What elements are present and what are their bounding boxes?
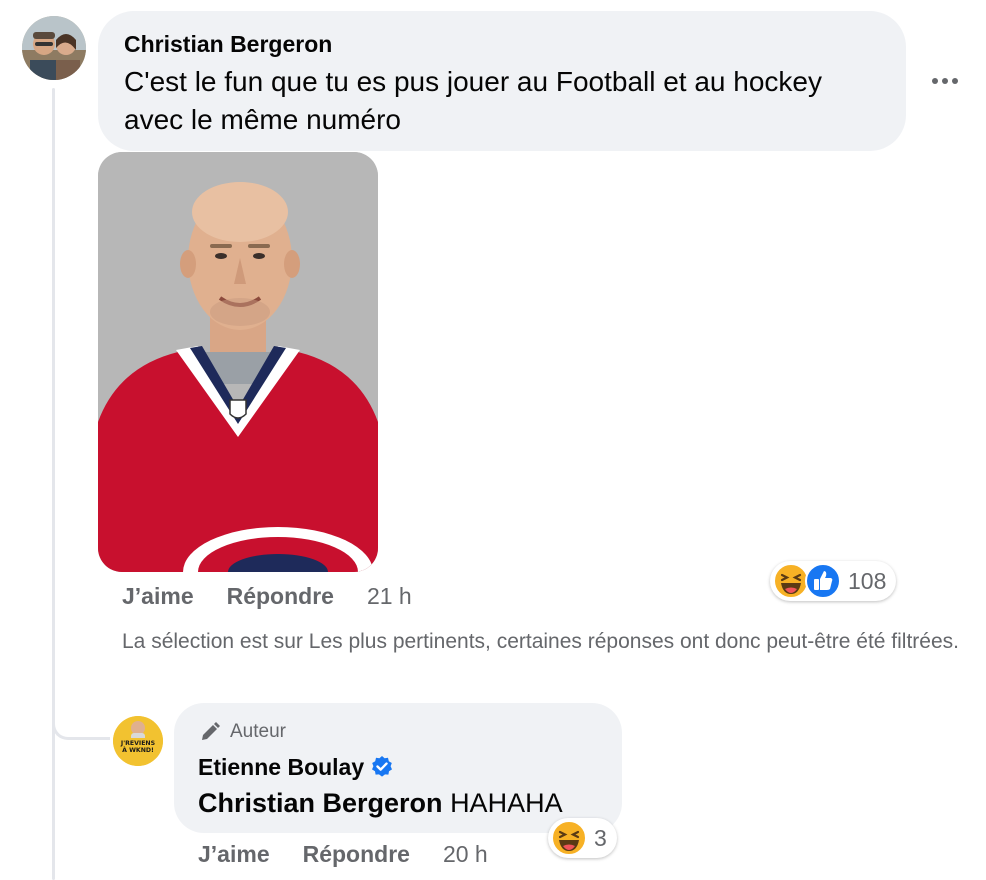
filter-notice: La sélection est sur Les plus pertinents… xyxy=(122,630,959,653)
reply-message: HAHAHA xyxy=(450,788,563,818)
avatar[interactable] xyxy=(22,16,86,80)
reply-timestamp[interactable]: 20 h xyxy=(443,841,488,868)
reply-text: Christian Bergeron HAHAHA xyxy=(198,785,598,821)
svg-text:J'REVIENS: J'REVIENS xyxy=(120,740,155,747)
reaction-count: 108 xyxy=(848,567,887,594)
comment-author[interactable]: Christian Bergeron xyxy=(124,29,880,59)
avatar-photo xyxy=(22,16,86,80)
comment-text: C'est le fun que tu es pus jouer au Foot… xyxy=(124,66,823,135)
reply-author[interactable]: Etienne Boulay xyxy=(198,751,364,783)
like-icon xyxy=(805,563,841,599)
comment-actions: J’aime Répondre 21 h xyxy=(122,583,412,610)
reply-reply-button[interactable]: Répondre xyxy=(303,841,410,868)
comment-photo[interactable] xyxy=(98,152,378,572)
reply-button[interactable]: Répondre xyxy=(227,583,334,610)
thread-line xyxy=(52,88,55,880)
comment-timestamp[interactable]: 21 h xyxy=(367,583,412,610)
mention-link[interactable]: Christian Bergeron xyxy=(198,788,443,818)
like-button[interactable]: J’aime xyxy=(122,583,194,610)
reply-bubble: Auteur Etienne Boulay Christian Bergeron… xyxy=(174,703,622,833)
verified-badge-icon xyxy=(372,756,393,777)
reply-like-button[interactable]: J’aime xyxy=(198,841,270,868)
reply-avatar[interactable]: J'REVIENS À WKND! xyxy=(113,716,163,766)
reply-actions: J’aime Répondre 20 h xyxy=(198,841,488,868)
reply-connector xyxy=(52,700,110,740)
reply-reactions-summary[interactable]: 3 xyxy=(548,818,617,858)
more-options-icon[interactable] xyxy=(922,66,968,96)
reactions-summary[interactable]: 108 xyxy=(770,561,897,601)
author-badge: Auteur xyxy=(198,719,598,745)
pencil-icon xyxy=(202,722,220,740)
svg-text:À WKND!: À WKND! xyxy=(122,745,154,754)
comment-bubble: Christian Bergeron C'est le fun que tu e… xyxy=(98,11,906,151)
haha-icon xyxy=(551,820,587,856)
hockey-player-photo xyxy=(98,152,378,572)
reply-reaction-count: 3 xyxy=(594,824,607,851)
podcast-logo: J'REVIENS À WKND! xyxy=(113,716,163,766)
author-badge-label: Auteur xyxy=(230,721,286,742)
